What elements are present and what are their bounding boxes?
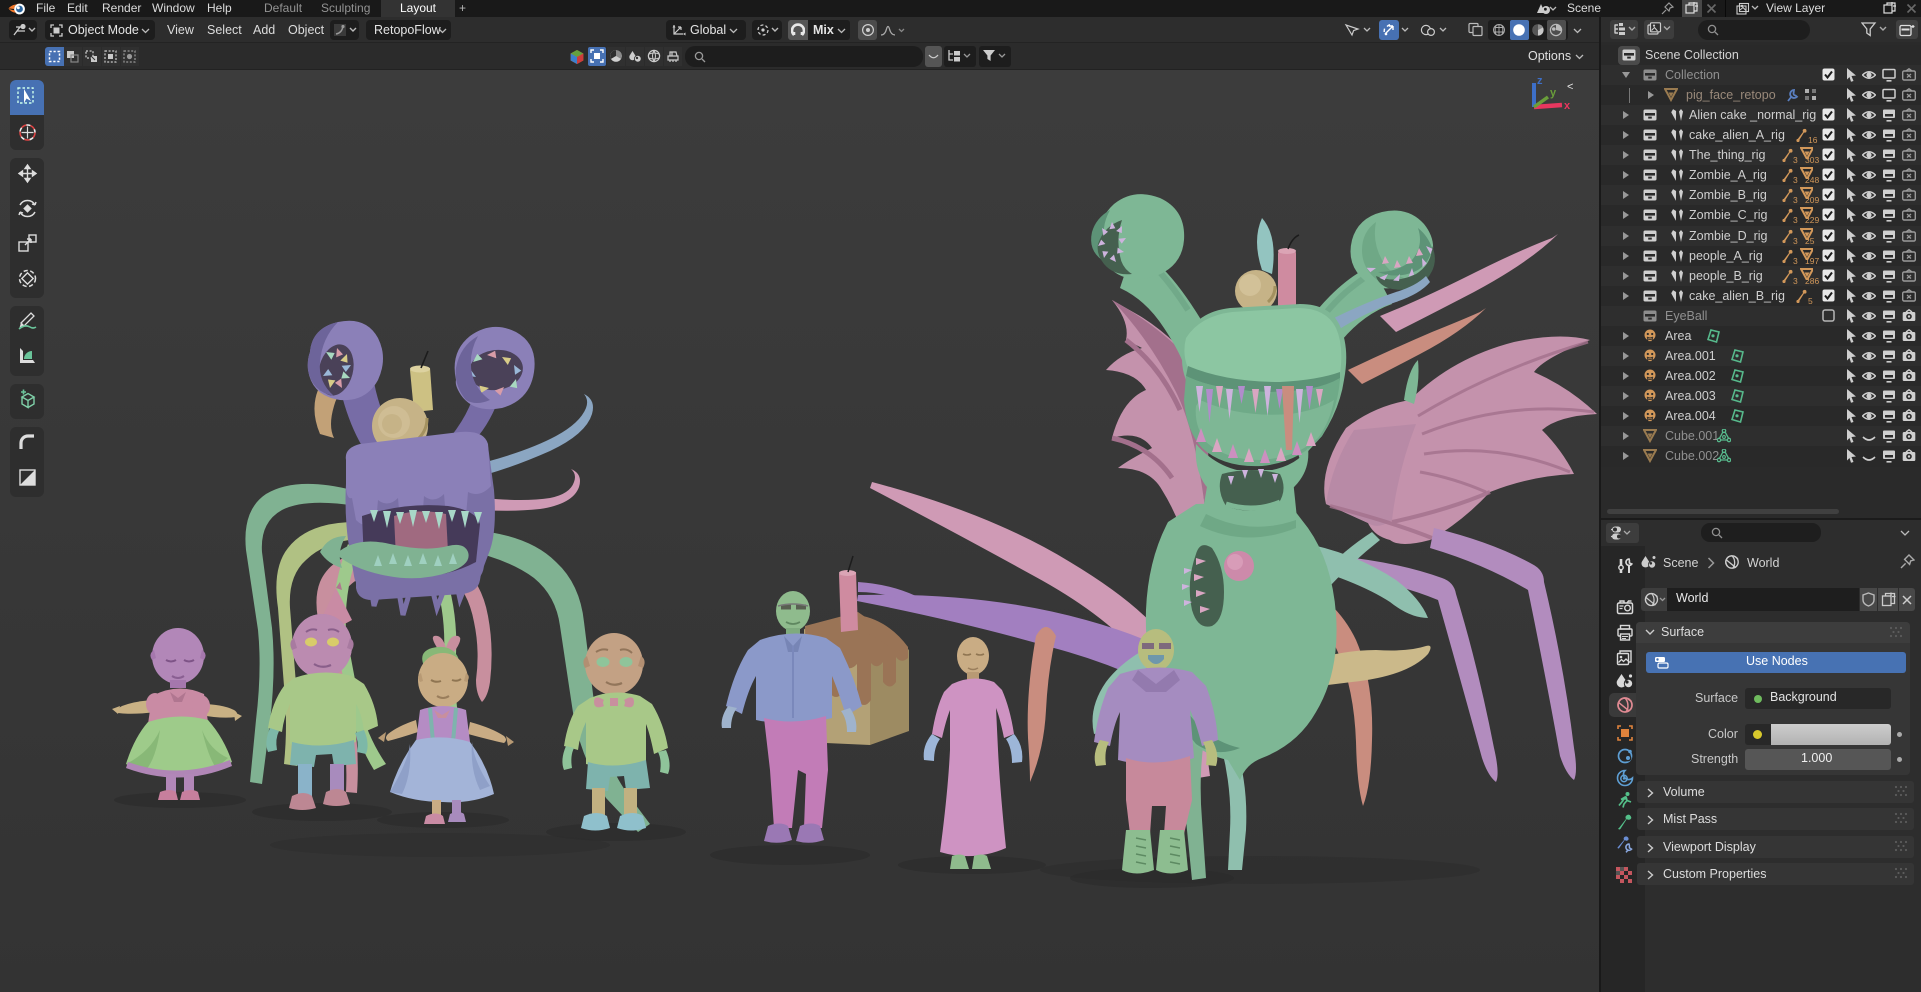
svg-text:y: y bbox=[1550, 87, 1557, 99]
svg-text:z: z bbox=[1537, 75, 1543, 87]
svg-text:x: x bbox=[1564, 100, 1571, 112]
